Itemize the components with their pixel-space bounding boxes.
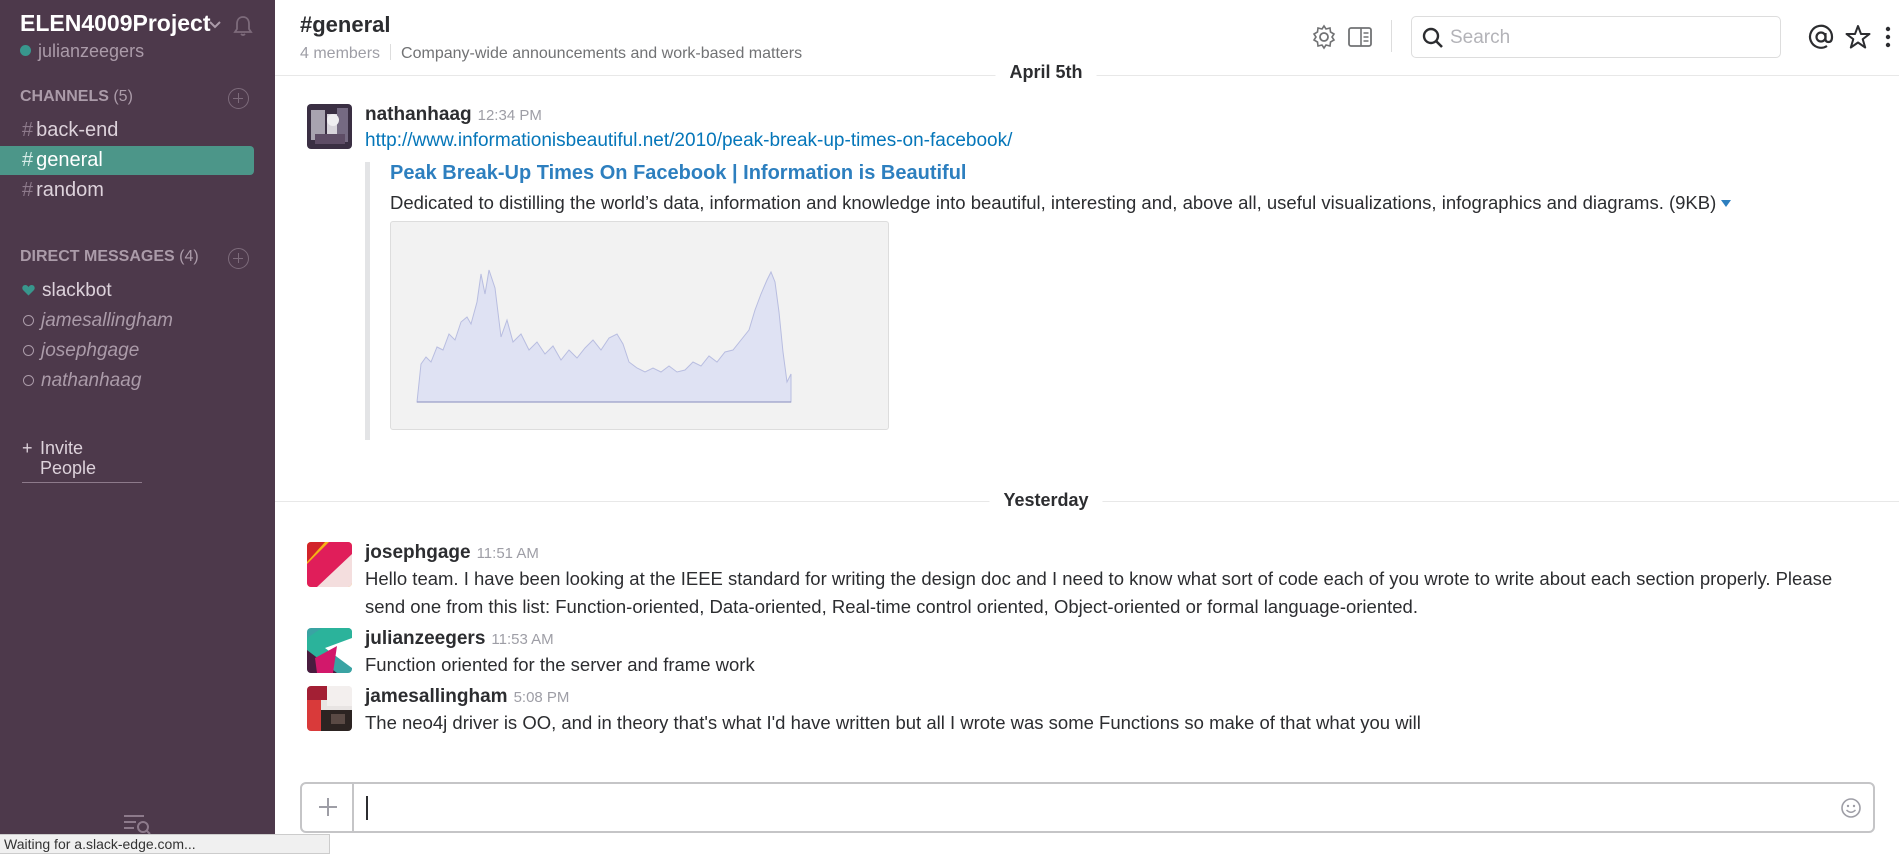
gear-icon[interactable] bbox=[1311, 24, 1337, 50]
dm-header-label: DIRECT MESSAGES bbox=[20, 248, 175, 265]
dm-label: nathanhaag bbox=[41, 370, 142, 391]
meta-divider bbox=[390, 44, 392, 60]
dm-item-slackbot[interactable]: slackbot bbox=[0, 276, 254, 305]
current-user[interactable]: julianzeegers bbox=[20, 41, 144, 62]
hash-icon: # bbox=[22, 149, 34, 171]
dm-item-nathanhaag[interactable]: nathanhaag bbox=[0, 366, 254, 395]
avatar[interactable] bbox=[307, 628, 352, 673]
presence-away-icon bbox=[23, 315, 34, 326]
sender-name[interactable]: josephgage bbox=[365, 542, 471, 563]
channel-label: random bbox=[36, 179, 104, 201]
timestamp[interactable]: 11:51 AM bbox=[477, 545, 539, 562]
message-text: Hello team. I have been looking at the I… bbox=[365, 568, 1833, 617]
bell-icon[interactable] bbox=[231, 14, 255, 38]
dm-label: jamesallingham bbox=[41, 310, 174, 331]
hash-icon: # bbox=[22, 179, 34, 201]
message-header: nathanhaag 12:34 PM bbox=[365, 104, 542, 126]
message-link[interactable]: http://www.informationisbeautiful.net/20… bbox=[365, 130, 1012, 151]
search-icon bbox=[1422, 27, 1443, 48]
invite-label: Invite People bbox=[40, 438, 97, 478]
search-box[interactable] bbox=[1411, 16, 1781, 58]
sidebar-toggle-icon[interactable] bbox=[1347, 24, 1373, 50]
dm-item-josephgage[interactable]: josephgage bbox=[0, 336, 254, 365]
add-dm-icon[interactable] bbox=[228, 248, 249, 269]
browser-status-bar: Waiting for a.slack-edge.com... bbox=[0, 834, 330, 854]
star-icon[interactable] bbox=[1845, 24, 1871, 50]
avatar-image bbox=[307, 104, 352, 149]
add-channel-icon[interactable] bbox=[228, 88, 249, 109]
plus-icon: + bbox=[22, 438, 33, 458]
channels-header[interactable]: CHANNELS (5) bbox=[20, 88, 133, 106]
attachment-description-text: Dedicated to distilling the world’s data… bbox=[390, 192, 1717, 213]
avatar-image bbox=[307, 628, 352, 673]
direct-messages-header[interactable]: DIRECT MESSAGES (4) bbox=[20, 248, 199, 266]
sidebar: ELEN4009Project julianzeegers CHANNELS (… bbox=[0, 0, 275, 854]
link-attachment: Peak Break-Up Times On Facebook | Inform… bbox=[365, 162, 1765, 440]
message-header: josephgage 11:51 AM bbox=[365, 542, 539, 564]
message-list[interactable]: April 5th nathanhaag 12:34 PM http://www.… bbox=[275, 62, 1899, 776]
slack-app: ELEN4009Project julianzeegers CHANNELS (… bbox=[0, 0, 1899, 854]
search-list-icon[interactable] bbox=[122, 812, 152, 836]
channel-purpose: Company-wide announcements and work-base… bbox=[401, 45, 803, 62]
dm-label: slackbot bbox=[42, 280, 112, 301]
channel-item-general[interactable]: # general bbox=[0, 146, 254, 175]
current-user-name: julianzeegers bbox=[38, 41, 145, 61]
channel-label: general bbox=[36, 149, 103, 171]
day-divider-label: Yesterday bbox=[989, 490, 1103, 511]
avatar[interactable] bbox=[307, 104, 352, 149]
presence-away-icon bbox=[23, 375, 34, 386]
avatar[interactable] bbox=[307, 542, 352, 587]
dm-item-jamesallingham[interactable]: jamesallingham bbox=[0, 306, 254, 335]
avatar-image bbox=[307, 686, 352, 731]
presence-active-icon bbox=[20, 45, 31, 56]
channel-meta: 4 members Company-wide announcements and … bbox=[300, 44, 802, 63]
invite-people-link[interactable]: + Invite People bbox=[22, 438, 142, 483]
channel-item-random[interactable]: # random bbox=[0, 176, 254, 205]
header-divider bbox=[1391, 20, 1392, 52]
message-text: The neo4j driver is OO, and in theory th… bbox=[365, 712, 1421, 733]
timestamp[interactable]: 12:34 PM bbox=[478, 107, 542, 124]
timestamp[interactable]: 5:08 PM bbox=[514, 689, 570, 706]
message-input[interactable] bbox=[364, 796, 1804, 820]
day-divider-label: April 5th bbox=[995, 62, 1097, 83]
message-text: http://www.informationisbeautiful.net/20… bbox=[365, 126, 1875, 155]
timestamp[interactable]: 11:53 AM bbox=[491, 631, 553, 648]
text-caret bbox=[366, 796, 368, 820]
channels-count: (5) bbox=[113, 88, 133, 105]
sender-name[interactable]: jamesallingham bbox=[365, 686, 508, 707]
attachment-title[interactable]: Peak Break-Up Times On Facebook | Inform… bbox=[390, 162, 966, 185]
hash-icon: # bbox=[22, 119, 34, 141]
attachment-description: Dedicated to distilling the world’s data… bbox=[390, 192, 1732, 214]
at-mention-icon[interactable] bbox=[1808, 24, 1834, 50]
attachment-preview-image[interactable] bbox=[390, 221, 889, 430]
caret-down-icon[interactable] bbox=[1721, 200, 1732, 207]
search-input[interactable] bbox=[1450, 25, 1770, 51]
channel-item-back-end[interactable]: # back-end bbox=[0, 116, 254, 145]
presence-away-icon bbox=[23, 345, 34, 356]
message-composer bbox=[300, 782, 1875, 833]
avatar-image bbox=[307, 542, 352, 587]
emoji-icon[interactable] bbox=[1840, 797, 1862, 819]
message-text: Function oriented for the server and fra… bbox=[365, 654, 755, 675]
message-header: julianzeegers 11:53 AM bbox=[365, 628, 554, 650]
sender-name[interactable]: julianzeegers bbox=[365, 628, 485, 649]
dm-count: (4) bbox=[179, 248, 199, 265]
team-name[interactable]: ELEN4009Project bbox=[20, 10, 210, 37]
channels-header-label: CHANNELS bbox=[20, 88, 109, 105]
chevron-down-icon[interactable] bbox=[206, 15, 224, 33]
more-vertical-icon[interactable] bbox=[1881, 24, 1895, 50]
dm-label: josephgage bbox=[41, 340, 140, 361]
channel-label: back-end bbox=[36, 119, 119, 141]
channel-title[interactable]: #general bbox=[300, 12, 391, 38]
member-count[interactable]: 4 members bbox=[300, 45, 380, 62]
avatar[interactable] bbox=[307, 686, 352, 731]
preview-chart-graphic bbox=[416, 269, 792, 403]
sender-name[interactable]: nathanhaag bbox=[365, 104, 472, 125]
heart-icon bbox=[22, 285, 35, 296]
attach-plus-button[interactable] bbox=[302, 784, 354, 831]
message-header: jamesallingham 5:08 PM bbox=[365, 686, 569, 708]
